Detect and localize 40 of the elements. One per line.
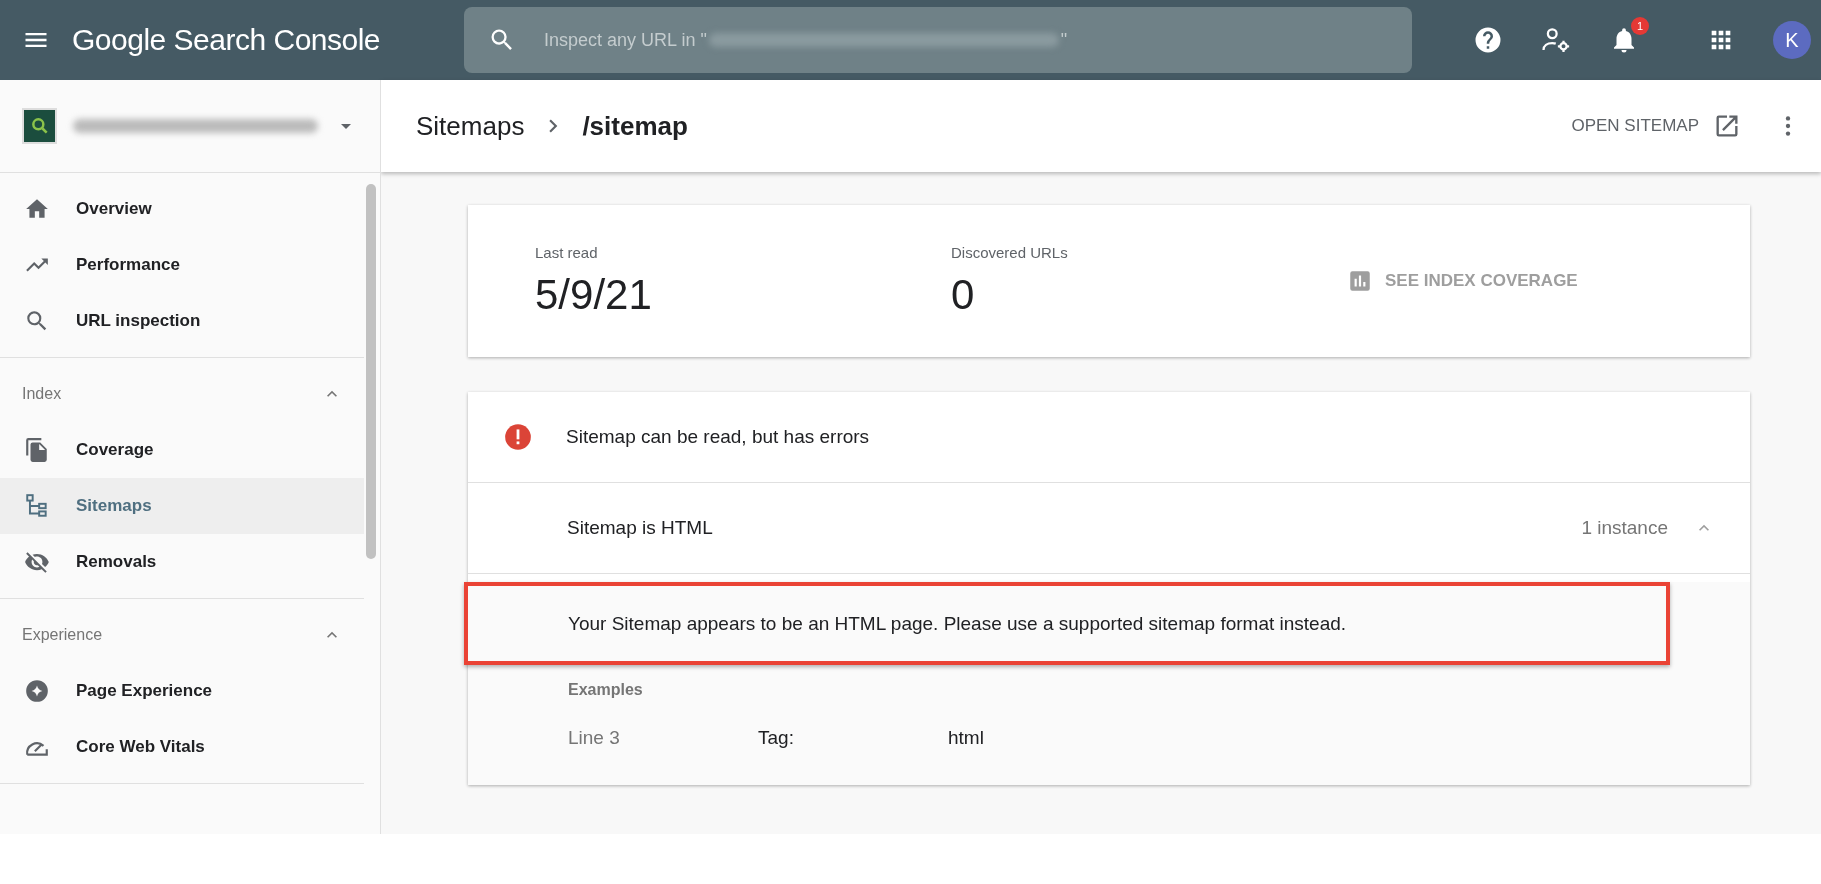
- nav-item[interactable]: Core Web Vitals: [0, 719, 364, 775]
- nav-item[interactable]: Page Experience: [0, 663, 364, 719]
- error-icon: [504, 423, 532, 451]
- error-title: Sitemap is HTML: [567, 517, 713, 539]
- notification-badge: 1: [1631, 17, 1649, 35]
- section-title: Index: [22, 385, 62, 403]
- example-field: Tag:: [758, 727, 948, 749]
- breadcrumb-item: /sitemap: [582, 110, 688, 142]
- breadcrumb-item[interactable]: Sitemaps: [416, 110, 525, 142]
- status-message: Sitemap can be read, but has errors: [566, 426, 870, 448]
- user-avatar[interactable]: K: [1773, 21, 1811, 59]
- nav-item[interactable]: Coverage: [0, 422, 364, 478]
- section-title: Experience: [22, 626, 103, 644]
- product-name: Google Search Console: [72, 23, 381, 57]
- stat-value: 5/9/21: [535, 270, 652, 319]
- stat-label: Last read: [535, 243, 598, 261]
- sitemap-tree-icon: [24, 493, 50, 519]
- example-line: Line 3: [568, 727, 621, 749]
- error-detail: Your Sitemap appears to be an HTML page. Please use a supported sitemap format instead.: [568, 612, 1347, 635]
- search-placeholder: ": [1060, 29, 1068, 51]
- eye-off-icon: [24, 549, 50, 575]
- star-badge-icon: [24, 678, 50, 704]
- user-settings-icon[interactable]: [1541, 25, 1571, 55]
- copy-icon: [24, 437, 50, 463]
- help-icon[interactable]: [1473, 25, 1503, 55]
- nav-item[interactable]: Performance: [0, 237, 364, 293]
- search-placeholder: Inspect any URL in ": [544, 29, 707, 51]
- nav-item[interactable]: Overview: [0, 181, 364, 237]
- nav-item[interactable]: Sitemaps: [0, 478, 364, 534]
- examples-title: Examples: [567, 680, 644, 699]
- nav-item[interactable]: Removals: [0, 534, 364, 590]
- stat-label: Discovered URLs: [951, 243, 1068, 261]
- nav-item[interactable]: URL inspection: [0, 293, 364, 349]
- property-logo-icon: [22, 108, 58, 144]
- example-value: html: [948, 727, 985, 749]
- open-sitemap-button[interactable]: OPEN SITEMAP: [1565, 111, 1747, 141]
- stat-value: 0: [951, 270, 975, 319]
- bar-chart-icon: [1347, 268, 1373, 294]
- scrollbar[interactable]: [366, 184, 376, 559]
- instance-count: 1 instance: [1581, 517, 1668, 539]
